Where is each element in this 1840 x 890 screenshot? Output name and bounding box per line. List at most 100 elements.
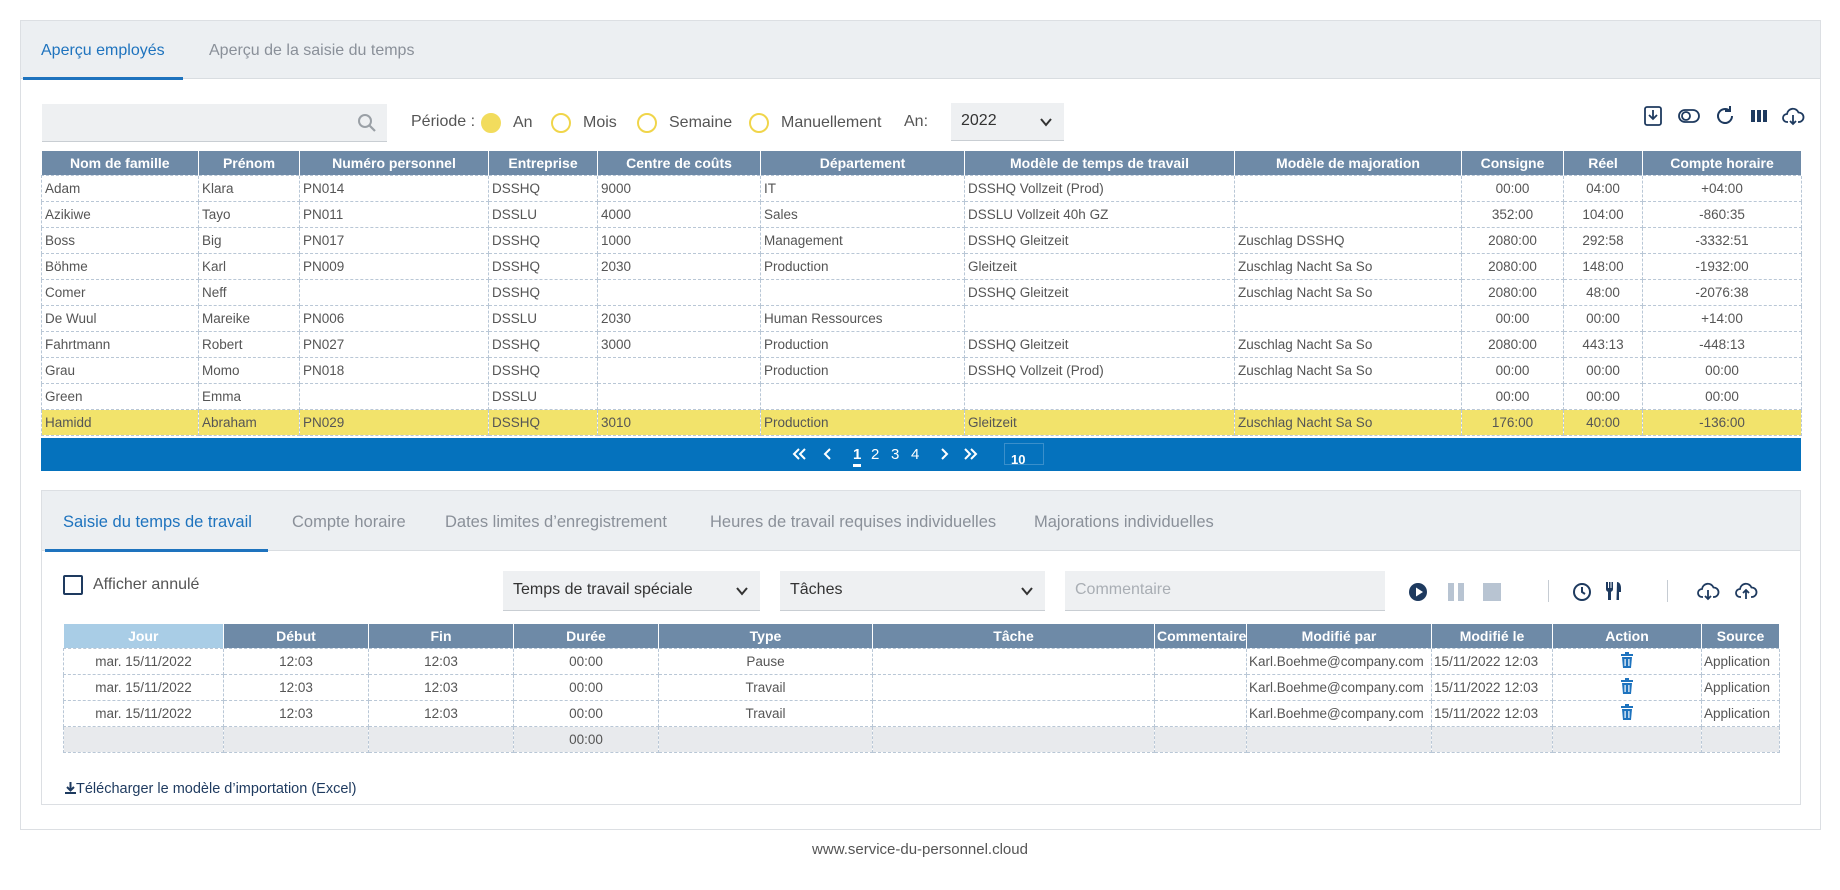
- column-header[interactable]: Centre de coûts: [597, 151, 761, 175]
- columns-icon[interactable]: [1747, 104, 1771, 128]
- trash-icon[interactable]: [1620, 677, 1634, 694]
- table-cell: DSSHQ Gleitzeit: [964, 226, 1235, 254]
- table-cell: PN017: [299, 226, 489, 254]
- tab-deadlines[interactable]: Dates limites d’enregistrement: [445, 491, 667, 551]
- table-cell: Zuschlag DSSHQ: [1234, 226, 1462, 254]
- column-header[interactable]: Source: [1701, 624, 1780, 648]
- tab-surcharges[interactable]: Majorations individuelles: [1034, 491, 1214, 551]
- time-entry-table: Jour Début Fin Durée Type Tâche Commentaire Mod…: [63, 624, 1780, 753]
- radio-button[interactable]: [749, 113, 769, 133]
- radio-manual[interactable]: Manuellement: [749, 113, 882, 133]
- column-header[interactable]: Action: [1552, 624, 1702, 648]
- trash-icon[interactable]: [1620, 651, 1634, 668]
- table-row[interactable]: mar. 15/11/2022 12:03 12:03 00:00 Travail Kar…: [63, 673, 1780, 701]
- table-row[interactable]: Boss Big PN017 DSSHQ 1000 Management DSSHQ Gle…: [41, 226, 1802, 254]
- tab-time-entry-overview[interactable]: Aperçu de la saisie du temps: [209, 21, 414, 79]
- table-row[interactable]: mar. 15/11/2022 12:03 12:03 00:00 Travail Kar…: [63, 699, 1780, 727]
- tab-time-account[interactable]: Compte horaire: [292, 491, 406, 551]
- radio-button[interactable]: [551, 113, 571, 133]
- delete-button[interactable]: [1552, 647, 1702, 675]
- column-header[interactable]: Modifié par: [1246, 624, 1432, 648]
- column-header[interactable]: Prénom: [198, 151, 300, 175]
- cloud-download-icon[interactable]: [1781, 104, 1805, 128]
- search-field[interactable]: [42, 104, 387, 142]
- download-icon[interactable]: [1641, 104, 1665, 128]
- table-row[interactable]: Adam Klara PN014 DSSHQ 9000 IT DSSHQ Vollzeit …: [41, 174, 1802, 202]
- table-cell: 352:00: [1461, 200, 1564, 228]
- cloud-upload-icon[interactable]: [1734, 579, 1758, 603]
- meal-break-icon[interactable]: [1602, 580, 1624, 602]
- table-cell: Robert: [198, 330, 300, 358]
- trash-icon[interactable]: [1620, 703, 1634, 720]
- radio-month[interactable]: Mois: [551, 113, 617, 133]
- tab-time-entry[interactable]: Saisie du temps de travail: [45, 491, 268, 552]
- table-row[interactable]: Green Emma DSSLU 00:00 00:00 00:00: [41, 382, 1802, 410]
- cloud-download-icon[interactable]: [1696, 579, 1720, 603]
- table-row[interactable]: mar. 15/11/2022 12:03 12:03 00:00 Pause Karl.…: [63, 647, 1780, 675]
- column-header[interactable]: Réel: [1563, 151, 1643, 175]
- table-cell: [597, 278, 761, 306]
- column-header[interactable]: Modifié le: [1431, 624, 1553, 648]
- chevron-down-icon: [1040, 118, 1052, 127]
- task-select[interactable]: Tâches: [780, 571, 1045, 611]
- last-page-button[interactable]: [963, 446, 979, 466]
- column-header[interactable]: Fin: [368, 624, 514, 648]
- table-row[interactable]: Hamidd Abraham PN029 DSSHQ 3010 Production Gle…: [41, 408, 1802, 436]
- search-input[interactable]: [42, 104, 342, 140]
- column-header[interactable]: Durée: [513, 624, 659, 648]
- page-3[interactable]: 3: [891, 446, 899, 463]
- table-row[interactable]: Grau Momo PN018 DSSHQ Production DSSHQ Vollze…: [41, 356, 1802, 384]
- column-header[interactable]: Compte horaire: [1642, 151, 1802, 175]
- year-select[interactable]: 2022: [951, 103, 1064, 141]
- column-header[interactable]: Consigne: [1461, 151, 1564, 175]
- comment-field[interactable]: [1065, 571, 1385, 611]
- first-page-button[interactable]: [791, 446, 807, 466]
- page-size-select[interactable]: 10: [1004, 443, 1044, 467]
- delete-button[interactable]: [1552, 673, 1702, 701]
- table-row[interactable]: Comer Neff DSSHQ DSSHQ Gleitzeit Zuschlag Na…: [41, 278, 1802, 306]
- page-2[interactable]: 2: [871, 446, 879, 463]
- toggle-icon[interactable]: [1677, 104, 1701, 128]
- stop-icon[interactable]: [1482, 582, 1502, 602]
- next-page-button[interactable]: [939, 446, 951, 466]
- pause-icon[interactable]: [1446, 582, 1466, 602]
- tab-required-hours[interactable]: Heures de travail requises individuelles: [710, 491, 996, 551]
- tab-employee-overview[interactable]: Aperçu employés: [23, 21, 183, 80]
- column-header[interactable]: Entreprise: [488, 151, 598, 175]
- column-header[interactable]: Modèle de temps de travail: [964, 151, 1235, 175]
- prev-page-button[interactable]: [821, 446, 833, 466]
- column-header[interactable]: Modèle de majoration: [1234, 151, 1462, 175]
- show-cancelled-checkbox[interactable]: Afficher annulé: [63, 575, 199, 595]
- play-icon[interactable]: [1408, 582, 1428, 602]
- clock-icon[interactable]: [1572, 582, 1592, 602]
- table-cell: 443:13: [1563, 330, 1643, 358]
- type-select[interactable]: Temps de travail spéciale: [503, 571, 760, 611]
- table-row[interactable]: Böhme Karl PN009 DSSHQ 2030 Production Gleitze…: [41, 252, 1802, 280]
- radio-button[interactable]: [637, 113, 657, 133]
- page-1[interactable]: 1: [853, 446, 862, 467]
- table-row[interactable]: De Wuul Mareike PN006 DSSLU 2030 Human Ressou…: [41, 304, 1802, 332]
- comment-input[interactable]: [1065, 571, 1385, 609]
- table-row[interactable]: Fahrtmann Robert PN027 DSSHQ 3000 Production D…: [41, 330, 1802, 358]
- table-cell: [1552, 725, 1702, 753]
- refresh-icon[interactable]: [1713, 104, 1737, 128]
- page-4[interactable]: 4: [911, 446, 919, 463]
- column-header[interactable]: Département: [760, 151, 965, 175]
- delete-button[interactable]: [1552, 699, 1702, 727]
- column-header[interactable]: Commentaire: [1154, 624, 1247, 648]
- column-header[interactable]: Nom de famille: [41, 151, 199, 175]
- radio-button-checked[interactable]: [481, 113, 501, 133]
- column-header[interactable]: Début: [223, 624, 369, 648]
- search-icon[interactable]: [357, 113, 377, 133]
- column-header[interactable]: Numéro personnel: [299, 151, 489, 175]
- column-header[interactable]: Tâche: [872, 624, 1155, 648]
- checkbox[interactable]: [63, 575, 83, 595]
- download-template-link[interactable]: Télécharger le modèle d’importation (Exc…: [65, 781, 356, 797]
- radio-year[interactable]: An: [481, 113, 533, 133]
- table-row[interactable]: Azikiwe Tayo PN011 DSSLU 4000 Sales DSSLU Voll…: [41, 200, 1802, 228]
- table-cell: [1234, 174, 1462, 202]
- column-header[interactable]: Jour: [63, 624, 224, 648]
- column-header[interactable]: Type: [658, 624, 873, 648]
- radio-week[interactable]: Semaine: [637, 113, 732, 133]
- table-cell: -2076:38: [1642, 278, 1802, 306]
